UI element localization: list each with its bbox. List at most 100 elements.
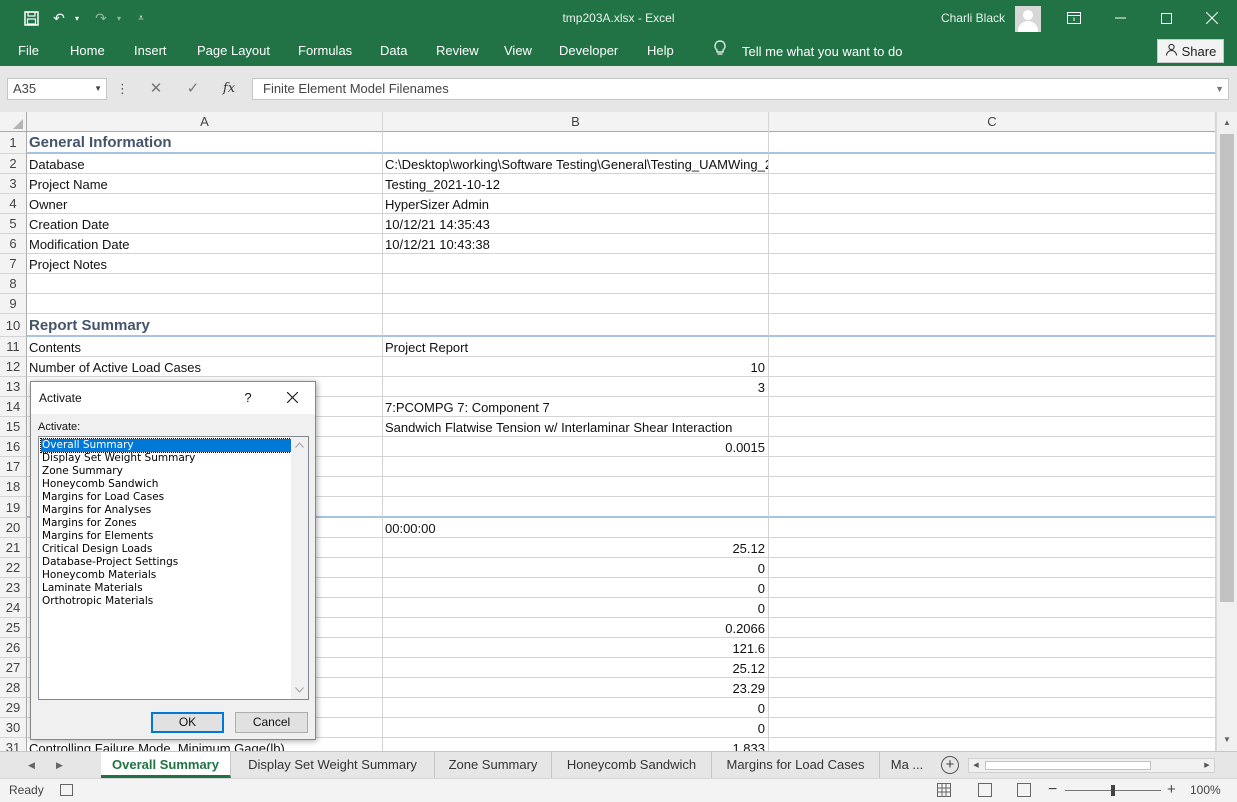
cell-b[interactable]: C:\Desktop\working\Software Testing\Gene… xyxy=(383,154,769,174)
row-header[interactable]: 13 xyxy=(0,377,27,397)
row-header[interactable]: 5 xyxy=(0,214,27,234)
tab-page-layout[interactable]: Page Layout xyxy=(197,36,270,66)
cell-c[interactable] xyxy=(769,638,1216,658)
zoom-in-icon[interactable]: + xyxy=(1167,779,1176,801)
select-all-button[interactable] xyxy=(0,112,27,132)
more-options-icon[interactable]: ⋮ xyxy=(116,78,129,100)
cell-b[interactable] xyxy=(383,274,769,294)
cell-b[interactable]: 7:PCOMPG 7: Component 7 xyxy=(383,397,769,417)
list-item[interactable]: Zone Summary xyxy=(41,465,291,478)
row-header[interactable]: 20 xyxy=(0,518,27,538)
normal-view-icon[interactable] xyxy=(937,783,951,797)
cell-a[interactable]: Owner xyxy=(27,194,383,214)
redo-icon[interactable]: ↷ xyxy=(89,6,113,30)
row-header[interactable]: 6 xyxy=(0,234,27,254)
share-button[interactable]: Share xyxy=(1157,39,1224,63)
list-item[interactable]: Margins for Load Cases xyxy=(41,491,291,504)
tab-review[interactable]: Review xyxy=(436,36,479,66)
tab-file[interactable]: File xyxy=(18,36,39,66)
cell-b[interactable]: 0 xyxy=(383,718,769,738)
cell-b[interactable] xyxy=(383,314,769,337)
row-header[interactable]: 18 xyxy=(0,477,27,497)
cell-c[interactable] xyxy=(769,578,1216,598)
customize-toolbar-icon[interactable]: ⩡ xyxy=(129,6,153,30)
row-header[interactable]: 19 xyxy=(0,497,27,518)
cell-c[interactable] xyxy=(769,214,1216,234)
insert-function-icon[interactable]: fx xyxy=(218,78,240,100)
row-header[interactable]: 17 xyxy=(0,457,27,477)
cell-c[interactable] xyxy=(769,497,1216,518)
listbox-scroll-down-icon[interactable] xyxy=(291,682,308,699)
macro-recording-icon[interactable] xyxy=(60,784,73,796)
cell-c[interactable] xyxy=(769,274,1216,294)
row-header[interactable]: 3 xyxy=(0,174,27,194)
list-item[interactable]: Honeycomb Materials xyxy=(41,569,291,582)
list-item[interactable]: Overall Summary xyxy=(40,438,292,453)
cell-b[interactable]: 1.833 xyxy=(383,738,769,751)
scroll-left-icon[interactable]: ◀ xyxy=(969,759,983,772)
undo-icon[interactable]: ↶ xyxy=(47,6,71,30)
horizontal-scroll-thumb[interactable] xyxy=(985,761,1151,770)
row-header[interactable]: 9 xyxy=(0,294,27,314)
add-sheet-icon[interactable]: + xyxy=(941,756,959,774)
cancel-button[interactable]: Cancel xyxy=(235,712,308,733)
cell-b[interactable] xyxy=(383,497,769,518)
cell-c[interactable] xyxy=(769,154,1216,174)
cell-b[interactable]: 23.29 xyxy=(383,678,769,698)
row-header[interactable]: 29 xyxy=(0,698,27,718)
name-box[interactable]: A35 ▼ xyxy=(7,78,107,100)
cell-b[interactable]: 121.6 xyxy=(383,638,769,658)
scroll-thumb[interactable] xyxy=(1220,134,1234,602)
cell-b[interactable]: Sandwich Flatwise Tension w/ Interlamina… xyxy=(383,417,769,437)
user-name[interactable]: Charli Black xyxy=(941,0,1005,36)
row-header[interactable]: 11 xyxy=(0,337,27,357)
ribbon-display-options-icon[interactable] xyxy=(1051,0,1097,36)
tab-home[interactable]: Home xyxy=(70,36,105,66)
column-header-a[interactable]: A xyxy=(27,112,383,132)
cell-a[interactable]: Modification Date xyxy=(27,234,383,254)
cell-c[interactable] xyxy=(769,294,1216,314)
column-header-c[interactable]: C xyxy=(769,112,1216,132)
cell-c[interactable] xyxy=(769,718,1216,738)
undo-dropdown-icon[interactable]: ▾ xyxy=(71,6,83,30)
cell-c[interactable] xyxy=(769,558,1216,578)
zoom-out-icon[interactable]: − xyxy=(1048,779,1057,801)
cell-b[interactable]: 25.12 xyxy=(383,658,769,678)
row-header[interactable]: 2 xyxy=(0,154,27,174)
list-item[interactable]: Honeycomb Sandwich xyxy=(41,478,291,491)
zoom-slider-knob[interactable] xyxy=(1111,785,1115,796)
tab-insert[interactable]: Insert xyxy=(134,36,167,66)
cell-c[interactable] xyxy=(769,314,1216,337)
cell-c[interactable] xyxy=(769,477,1216,497)
row-header[interactable]: 28 xyxy=(0,678,27,698)
avatar[interactable] xyxy=(1015,6,1041,32)
close-window-icon[interactable] xyxy=(1189,0,1235,36)
list-item[interactable]: Laminate Materials xyxy=(41,582,291,595)
cell-a[interactable]: Contents xyxy=(27,337,383,357)
cell-b[interactable]: 0 xyxy=(383,598,769,618)
zoom-slider[interactable] xyxy=(1065,785,1161,796)
cell-b[interactable]: 0.2066 xyxy=(383,618,769,638)
save-icon[interactable] xyxy=(19,6,43,30)
cell-c[interactable] xyxy=(769,437,1216,457)
maximize-icon[interactable] xyxy=(1143,0,1189,36)
cell-b[interactable]: 25.12 xyxy=(383,538,769,558)
formula-input[interactable]: Finite Element Model Filenames ▼ xyxy=(252,78,1229,100)
cancel-entry-icon[interactable]: ✕ xyxy=(146,78,166,100)
cell-b[interactable] xyxy=(383,132,769,154)
cell-b[interactable] xyxy=(383,457,769,477)
list-item[interactable]: Critical Design Loads xyxy=(41,543,291,556)
sheet-tab-honeycomb-sandwich[interactable]: Honeycomb Sandwich xyxy=(552,752,712,778)
cell-b[interactable]: 0.0015 xyxy=(383,437,769,457)
cell-c[interactable] xyxy=(769,417,1216,437)
listbox-scrollbar[interactable] xyxy=(291,437,308,699)
row-header[interactable]: 27 xyxy=(0,658,27,678)
cell-c[interactable] xyxy=(769,678,1216,698)
cell-b[interactable]: 10/12/21 10:43:38 xyxy=(383,234,769,254)
list-item[interactable]: Database-Project Settings xyxy=(41,556,291,569)
minimize-icon[interactable] xyxy=(1097,0,1143,36)
cell-c[interactable] xyxy=(769,397,1216,417)
row-header[interactable]: 22 xyxy=(0,558,27,578)
cell-c[interactable] xyxy=(769,598,1216,618)
scroll-down-icon[interactable]: ▼ xyxy=(1217,731,1237,749)
